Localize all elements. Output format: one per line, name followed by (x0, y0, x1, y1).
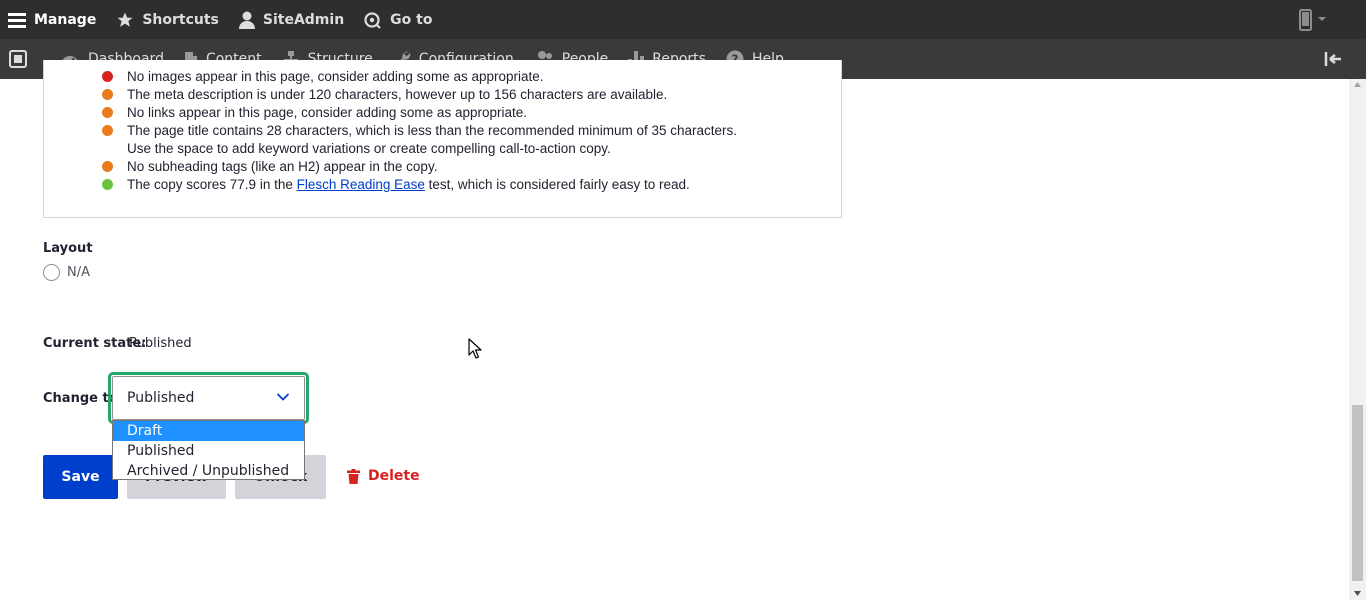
seo-result-item: No images appear in this page, consider … (100, 68, 740, 86)
seo-results-list: No images appear in this page, consider … (100, 68, 740, 194)
scroll-down-arrow-icon[interactable] (1353, 589, 1362, 597)
tray-toggle-button[interactable] (0, 39, 36, 79)
mobile-device-icon (1299, 8, 1326, 31)
collapse-left-icon (1324, 52, 1341, 66)
change-to-options-list: Draft Published Archived / Unpublished (112, 420, 305, 480)
flesch-reading-ease-link[interactable]: Flesch Reading Ease (297, 177, 425, 192)
device-preview-button[interactable] (1298, 0, 1332, 39)
status-dot (102, 107, 113, 118)
toolbar-tab-shortcuts[interactable]: Shortcuts (108, 0, 231, 39)
select-current-value: Published (127, 390, 195, 406)
seo-result-item: The meta description is under 120 charac… (100, 86, 740, 104)
option-draft[interactable]: Draft (113, 421, 304, 441)
seo-result-item: The copy scores 77.9 in the Flesch Readi… (100, 176, 740, 194)
hamburger-icon (8, 12, 26, 28)
delete-label: Delete (368, 468, 420, 484)
tray-orientation-toggle[interactable] (1324, 39, 1342, 79)
seo-result-item: No links appear in this page, consider a… (100, 104, 740, 122)
goto-icon (364, 11, 381, 29)
toolbar-tab-user[interactable]: SiteAdmin (231, 0, 356, 39)
change-to-select[interactable]: Published (112, 376, 305, 420)
admin-toolbar: Manage Shortcuts SiteAdmin Go to (0, 0, 1366, 39)
seo-result-item: No subheading tags (like an H2) appear i… (100, 158, 740, 176)
goto-label: Go to (390, 11, 433, 28)
seo-analysis-panel: No images appear in this page, consider … (43, 60, 842, 218)
current-state-value: Published (129, 336, 192, 351)
manage-label: Manage (34, 11, 97, 28)
shortcuts-label: Shortcuts (142, 11, 219, 28)
chevron-down-icon (276, 393, 290, 401)
scroll-up-arrow-icon[interactable] (1353, 81, 1362, 89)
user-label: SiteAdmin (262, 11, 345, 28)
status-dot (102, 179, 113, 190)
delete-link[interactable]: Delete (347, 468, 420, 484)
mouse-cursor-icon (468, 338, 482, 359)
star-icon (117, 12, 133, 27)
user-icon (238, 11, 255, 29)
option-archived-unpublished[interactable]: Archived / Unpublished (113, 461, 304, 481)
option-published[interactable]: Published (113, 441, 304, 461)
save-button[interactable]: Save (43, 455, 118, 499)
status-dot (102, 71, 113, 82)
toolbar-tab-goto[interactable]: Go to (356, 0, 444, 39)
toolbar-tab-manage[interactable]: Manage (0, 0, 108, 39)
tray-toggle-icon (9, 50, 27, 68)
status-dot (102, 161, 113, 172)
layout-na-label[interactable]: N/A (67, 265, 90, 280)
page-scrollbar[interactable] (1349, 79, 1366, 600)
status-dot (102, 125, 113, 136)
layout-na-radio[interactable] (43, 264, 60, 281)
seo-result-item: The page title contains 28 characters, w… (100, 122, 740, 158)
layout-field-label: Layout (43, 241, 93, 256)
status-dot (102, 89, 113, 100)
trash-icon (347, 468, 360, 484)
scrollbar-thumb[interactable] (1352, 405, 1363, 581)
